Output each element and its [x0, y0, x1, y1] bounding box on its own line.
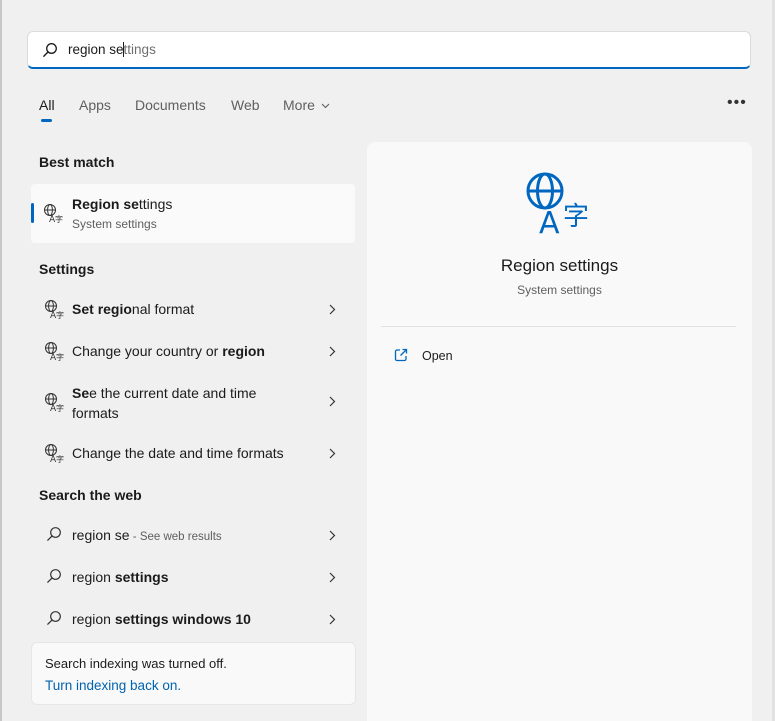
web-result-region-se[interactable]: region se - See web results [31, 516, 355, 554]
label-part: Change your country or [72, 343, 223, 359]
best-match-title-bold: Region se [72, 196, 139, 212]
settings-item-change-date-time-formats[interactable]: A 字 Change the date and time formats [31, 434, 355, 472]
tab-more[interactable]: More [283, 97, 315, 113]
settings-item-label-line2: formats [72, 405, 119, 421]
indexing-message: Search indexing was turned off. [45, 656, 227, 671]
settings-item-label: Set regional format [72, 299, 194, 319]
label-part: region [72, 611, 115, 627]
chevron-right-icon [329, 346, 336, 357]
settings-item-label: Change your country or region [72, 341, 265, 361]
svg-text:字: 字 [56, 403, 64, 412]
tab-apps[interactable]: Apps [79, 97, 111, 113]
chevron-right-icon [329, 572, 336, 583]
region-language-icon: A 字 [45, 300, 64, 319]
turn-indexing-on-link[interactable]: Turn indexing back on. [45, 678, 181, 693]
chevron-right-icon [329, 304, 336, 315]
preview-subtitle: System settings [517, 283, 602, 297]
best-match-subtitle: System settings [72, 217, 157, 231]
settings-item-label: See the current date and time [72, 383, 256, 403]
search-web-heading: Search the web [39, 487, 142, 503]
settings-item-label: Change the date and time formats [72, 445, 284, 461]
settings-item-set-regional-format[interactable]: A 字 Set regional format [31, 290, 355, 328]
label-bold-part: Se [72, 385, 90, 401]
region-language-icon: A 字 [45, 444, 64, 463]
web-result-label: region se - See web results [72, 525, 222, 547]
preview-pane: A 字 Region settings System settings Open [367, 142, 752, 721]
svg-text:字: 字 [56, 310, 64, 319]
web-result-query: region se [72, 527, 130, 543]
label-part: e the current date and time [89, 385, 257, 401]
chevron-right-icon [329, 614, 336, 625]
settings-heading: Settings [39, 261, 95, 277]
selection-indicator [31, 203, 34, 223]
label-bold-part: Set [72, 301, 98, 317]
settings-item-change-country-region[interactable]: A 字 Change your country or region [31, 332, 355, 370]
tab-all[interactable]: All [39, 97, 55, 113]
chevron-down-icon[interactable] [321, 101, 330, 110]
open-action[interactable]: Open [394, 346, 544, 366]
label-bold-part: regio [97, 301, 132, 317]
tab-documents[interactable]: Documents [135, 97, 206, 113]
label-part: region [72, 569, 115, 585]
label-bold-part: region [222, 343, 265, 359]
chevron-right-icon [329, 530, 336, 541]
open-external-icon [394, 348, 408, 362]
best-match-title: Region settings [72, 196, 172, 212]
web-result-hint: - See web results [129, 531, 222, 543]
ellipsis-icon[interactable]: ••• [727, 94, 747, 112]
search-query[interactable]: region settings [68, 42, 156, 57]
chevron-right-icon [329, 396, 336, 407]
search-input[interactable]: region settings [27, 31, 751, 69]
svg-text:字: 字 [56, 352, 64, 361]
settings-item-see-date-time-formats[interactable]: A 字 See the current date and time format… [31, 374, 355, 430]
tab-web[interactable]: Web [231, 97, 260, 113]
search-icon [47, 611, 61, 625]
svg-text:字: 字 [56, 454, 64, 463]
region-language-icon: A 字 [44, 204, 63, 223]
region-language-icon: A 字 [45, 393, 64, 412]
svg-text:字: 字 [563, 202, 589, 232]
svg-text:A: A [539, 206, 560, 235]
region-language-icon: A 字 [45, 342, 64, 361]
web-result-label: region settings [72, 567, 169, 587]
web-result-region-settings[interactable]: region settings [31, 558, 355, 596]
best-match-heading: Best match [39, 154, 115, 170]
region-language-icon: A 字 [526, 172, 589, 235]
search-icon [47, 569, 61, 583]
web-result-label: region settings windows 10 [72, 609, 251, 629]
indexing-notice: Search indexing was turned off. Turn ind… [31, 642, 356, 705]
chevron-right-icon [329, 448, 336, 459]
preview-title: Region settings [500, 256, 619, 275]
search-query-typed: region se [68, 42, 124, 57]
active-tab-indicator [41, 119, 52, 122]
label-bold-part: settings [114, 569, 169, 585]
search-query-suggestion: ttings [123, 42, 156, 57]
web-result-region-settings-windows-10[interactable]: region settings windows 10 [31, 600, 355, 638]
search-icon [47, 527, 61, 541]
best-match-title-rest: ttings [138, 196, 173, 212]
best-match-item[interactable]: A 字 Region settings System settings [31, 184, 355, 243]
label-part: nal format [131, 301, 195, 317]
label-bold-part: settings windows 10 [114, 611, 251, 627]
svg-text:字: 字 [55, 214, 63, 223]
open-action-label: Open [422, 349, 453, 363]
window-edge-left [0, 0, 2, 721]
search-icon [43, 43, 57, 57]
preview-divider [381, 326, 736, 327]
